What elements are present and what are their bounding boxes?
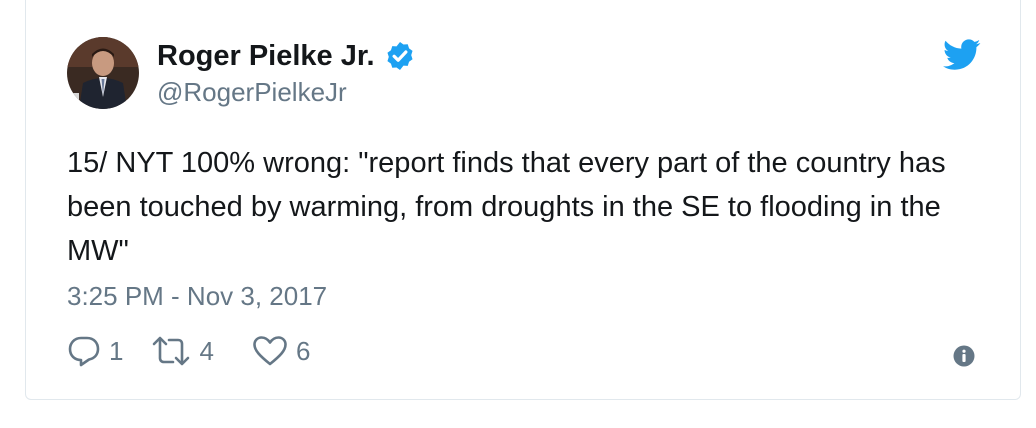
heart-icon	[253, 336, 287, 366]
retweet-count: 4	[199, 336, 214, 366]
info-icon[interactable]	[953, 345, 975, 367]
twitter-bird-icon[interactable]	[943, 39, 981, 71]
author-name-row: Roger Pielke Jr.	[157, 39, 416, 73]
avatar[interactable]	[67, 37, 139, 109]
like-count: 6	[295, 336, 311, 366]
tweet-actions: 1 4 6	[67, 335, 310, 367]
reply-button[interactable]: 1	[67, 335, 123, 367]
retweet-icon	[153, 336, 190, 366]
retweet-button[interactable]: 4	[151, 335, 214, 367]
tweet-timestamp[interactable]: 3:25 PM - Nov 3, 2017	[67, 281, 327, 311]
author-handle[interactable]: @RogerPielkeJr	[157, 77, 347, 107]
display-name[interactable]: Roger Pielke Jr.	[157, 39, 375, 73]
like-button[interactable]: 6	[252, 335, 310, 367]
reply-icon	[68, 336, 100, 367]
tweet-text: 15/ NYT 100% wrong: "report finds that e…	[67, 147, 946, 267]
reply-count: 1	[109, 336, 124, 366]
tweet-card: Roger Pielke Jr. @RogerPielkeJr 15/ NYT …	[25, 0, 1021, 400]
verified-badge-icon	[387, 42, 413, 70]
